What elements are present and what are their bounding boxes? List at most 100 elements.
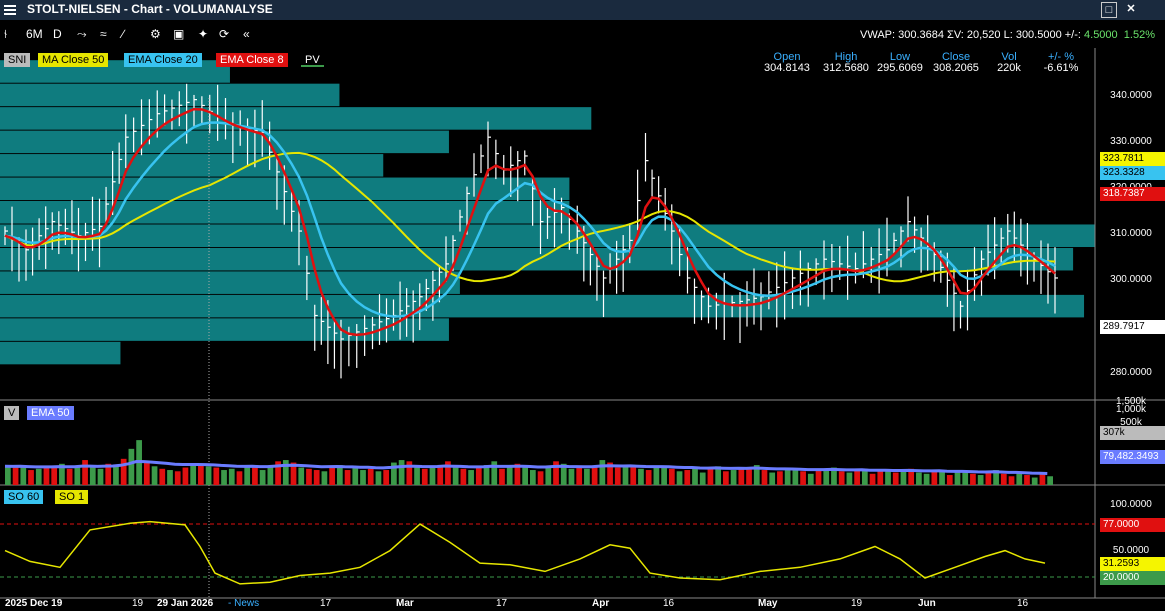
volume-bar [576,467,583,485]
ohlc-field: Close 308.2065 [928,52,984,74]
legend-symbol[interactable]: SNI [4,53,31,67]
ohlc-value: -6.61% [1043,62,1079,74]
save-icon[interactable]: ▣ [173,27,184,41]
legend-volume-ema[interactable]: EMA 50 [27,406,74,420]
change-pct: 1.52% [1123,29,1155,41]
price-tick: 280.0000 [1110,367,1152,378]
x-axis-label: Jun [918,598,936,609]
legend-so60[interactable]: SO 60 [4,490,44,504]
volume-bar [769,472,776,485]
volume-bar [244,467,251,485]
volume-bar [885,470,891,485]
legend-pv[interactable]: PV [301,53,324,67]
volume-bar [630,465,637,485]
collapse-icon[interactable]: « [243,27,250,41]
volume-bar [414,466,420,485]
volume-bar [823,470,830,485]
volume-bar [723,471,729,485]
volume-bar [236,471,243,485]
line-tool-icon[interactable]: ∕ [122,27,124,41]
volume-bar [931,471,938,485]
volume-bar [699,472,706,485]
volume-bar [846,472,853,485]
price-tick: 330.0000 [1110,136,1152,147]
legend-ema20[interactable]: EMA Close 20 [124,53,202,67]
x-axis-label: 19 [851,598,863,609]
profile-band-1 [0,83,340,107]
volume-bar [128,448,135,485]
volume-bar [151,466,158,485]
volume-bar [74,466,81,485]
title-bar: STOLT-NIELSEN - Chart - VOLUMANALYSE □ ✕ [0,0,1165,20]
legend-so1[interactable]: SO 1 [55,490,89,504]
volume-bar [383,470,390,485]
volume-bar [360,470,366,485]
volume-bar [267,466,274,485]
volume-bar [475,467,482,485]
volume-bar [638,468,644,485]
x-axis-label: 17 [496,598,508,609]
x-axis-label: 16 [1017,598,1029,609]
ohlc-field: Low 295.6069 [872,52,928,74]
volume-tick: 1,000k [1115,404,1147,415]
volume-bar [506,466,513,485]
volume-bar [730,470,737,485]
legend-volume[interactable]: V [4,406,20,420]
refresh-icon[interactable]: ⟳ [219,27,229,41]
volume-bar [259,470,266,485]
volume-bar [1008,476,1015,485]
volume-bar [970,473,976,485]
volume-bar [815,468,822,485]
x-axis-label: May [758,598,778,609]
volume-bar [28,470,34,485]
volume-bar [97,468,104,485]
volume-bar [499,468,505,485]
crosshair-icon[interactable]: ✦ [198,27,208,41]
volume-bar [1047,476,1053,485]
volume-bar [954,472,961,485]
period-selector[interactable]: 6M [26,27,43,41]
volume-bar [653,467,660,485]
volume-bar [43,467,50,485]
ohlc-field: +/- % -6.61% [1033,52,1089,74]
volume-bar [20,465,27,485]
maximize-icon[interactable]: □ [1101,2,1117,18]
indicator-icon[interactable]: ⤳ [77,27,87,42]
volume-bar [900,471,907,485]
hamburger-menu-icon[interactable] [4,3,16,17]
drawing-tools-icon[interactable]: ≈ [100,27,107,41]
legend-ema8[interactable]: EMA Close 8 [216,53,288,67]
volume-bar [877,471,884,485]
volume-bar [213,467,220,485]
x-axis-label: Apr [592,598,610,609]
chart-toolbar: ⫮ 6M D ⤳ ≈ ∕ ⚙ ▣ ✦ ⟳ « VWAP: 300.3684 ΣV… [0,22,1165,48]
price-tick: 310.0000 [1110,228,1152,239]
chart-type-icon[interactable]: ⫮ [4,27,7,42]
profile-band-12 [0,341,121,365]
volume-bar [228,468,235,485]
settings-gear-icon[interactable]: ⚙ [150,27,161,41]
ohlc-field: Vol 220k [981,52,1037,74]
volume-bar [1016,472,1023,485]
ohlc-value: 308.2065 [933,62,979,74]
volume-bar [946,475,953,485]
price-chart[interactable] [0,48,1165,608]
ohlc-value: 295.6069 [877,62,923,74]
volume-bar [977,475,984,485]
volume-bar [460,468,467,485]
interval-selector[interactable]: D [53,27,62,41]
volume-bar [190,465,197,485]
volume-bar [1031,477,1038,485]
volume-bar [591,466,598,485]
volume-bar [537,471,544,485]
volume-bar [66,468,73,485]
volume-bar [622,466,629,485]
volume-bar [306,468,312,485]
legend-ma50[interactable]: MA Close 50 [38,53,109,67]
price-tag: 323.3328 [1100,166,1165,180]
ohlc-field: Open 304.8143 [759,52,815,74]
volume-bar [962,471,969,485]
volume-bar [892,472,899,485]
volume-bar [174,471,181,485]
close-icon[interactable]: ✕ [1124,2,1138,16]
